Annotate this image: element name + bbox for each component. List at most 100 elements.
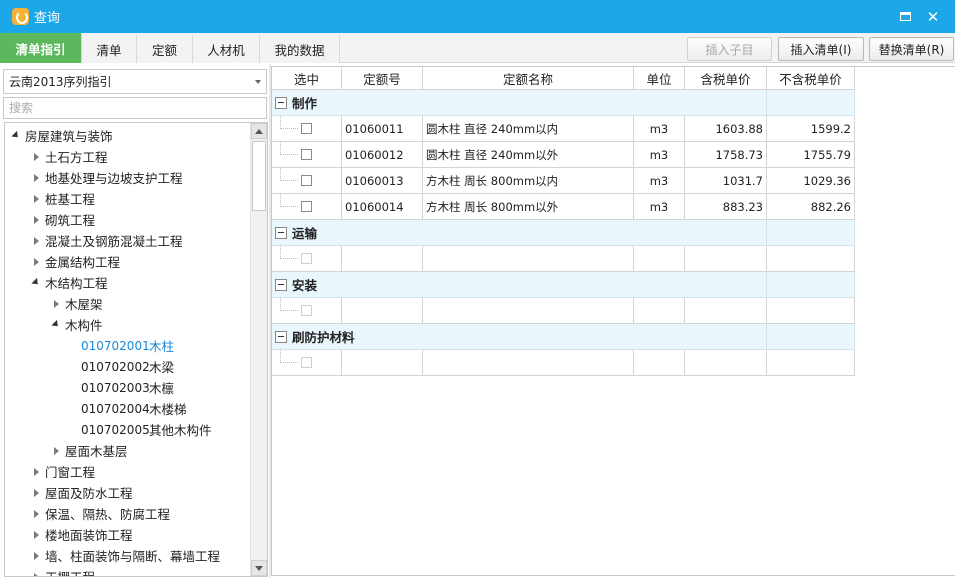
tree-item-label: 木楼梯 bbox=[149, 402, 187, 417]
guide-series-dropdown[interactable]: 云南2013序列指引 bbox=[3, 69, 267, 94]
scroll-up-icon[interactable] bbox=[251, 123, 267, 139]
tree-leaf-item[interactable]: 010702001 木柱 bbox=[81, 335, 174, 356]
group-tail-cell bbox=[767, 89, 855, 116]
tree-item[interactable]: 天棚工程 bbox=[29, 566, 95, 576]
table-row[interactable] bbox=[272, 298, 855, 324]
table-row[interactable]: 01060013 方木柱 周长 800mm以内 m3 1031.7 1029.36 bbox=[272, 168, 855, 194]
unit-cell: m3 bbox=[634, 194, 685, 219]
tree-leaf-item[interactable]: 010702005 其他木构件 bbox=[81, 419, 212, 440]
expanded-arrow-icon[interactable] bbox=[9, 125, 23, 146]
collapse-icon[interactable] bbox=[275, 96, 287, 109]
table-row[interactable] bbox=[272, 350, 855, 376]
tree-item[interactable]: 金属结构工程 bbox=[29, 251, 120, 272]
row-checkbox[interactable] bbox=[301, 149, 312, 160]
tree-item[interactable]: 木屋架 bbox=[49, 293, 103, 314]
tax-price-cell bbox=[685, 246, 767, 271]
quota-code-cell: 01060012 bbox=[342, 142, 423, 167]
tree-scrollbar[interactable] bbox=[250, 123, 267, 576]
select-cell bbox=[272, 142, 342, 167]
tree-item[interactable]: 楼地面装饰工程 bbox=[29, 524, 133, 545]
collapsed-arrow-icon[interactable] bbox=[29, 461, 43, 482]
collapsed-arrow-icon[interactable] bbox=[29, 503, 43, 524]
group-row[interactable]: 制作 bbox=[272, 89, 855, 116]
table-row[interactable]: 01060012 圆木柱 直径 240mm以外 m3 1758.73 1755.79 bbox=[272, 142, 855, 168]
group-row[interactable]: 刷防护材料 bbox=[272, 323, 855, 350]
tab-labor-material-machine[interactable]: 人材机 bbox=[193, 35, 260, 63]
tab-list[interactable]: 清单 bbox=[82, 35, 137, 63]
expanded-arrow-icon[interactable] bbox=[49, 314, 63, 335]
tree-item[interactable]: 地基处理与边坡支护工程 bbox=[29, 167, 183, 188]
collapse-icon[interactable] bbox=[275, 278, 287, 291]
tab-list-guide[interactable]: 清单指引 bbox=[0, 33, 82, 63]
dropdown-caret-icon bbox=[255, 80, 261, 84]
collapsed-arrow-icon[interactable] bbox=[29, 524, 43, 545]
header-notax-price[interactable]: 不含税单价 bbox=[767, 67, 855, 89]
search-input[interactable] bbox=[3, 97, 267, 119]
quota-code-cell bbox=[342, 298, 423, 323]
collapsed-arrow-icon[interactable] bbox=[49, 440, 63, 461]
collapsed-arrow-icon[interactable] bbox=[29, 188, 43, 209]
table-row[interactable]: 01060014 方木柱 周长 800mm以外 m3 883.23 882.26 bbox=[272, 194, 855, 220]
notax-price-cell: 882.26 bbox=[767, 194, 855, 219]
tree-item[interactable]: 屋面及防水工程 bbox=[29, 482, 133, 503]
tab-quota[interactable]: 定额 bbox=[137, 35, 193, 63]
row-checkbox[interactable] bbox=[301, 201, 312, 212]
collapsed-arrow-icon[interactable] bbox=[29, 230, 43, 251]
tree-item-label: 其他木构件 bbox=[149, 423, 212, 438]
row-checkbox[interactable] bbox=[301, 123, 312, 134]
row-checkbox[interactable] bbox=[301, 175, 312, 186]
group-row[interactable]: 运输 bbox=[272, 219, 855, 246]
collapsed-arrow-icon[interactable] bbox=[29, 251, 43, 272]
header-quota-code[interactable]: 定额号 bbox=[342, 67, 423, 89]
scroll-down-icon[interactable] bbox=[251, 560, 267, 576]
select-cell bbox=[272, 350, 342, 375]
tree-item[interactable]: 混凝土及钢筋混凝土工程 bbox=[29, 230, 183, 251]
collapsed-arrow-icon[interactable] bbox=[29, 566, 43, 576]
collapsed-arrow-icon[interactable] bbox=[29, 146, 43, 167]
collapse-icon[interactable] bbox=[275, 330, 287, 343]
tree-item[interactable]: 木结构工程 bbox=[29, 272, 108, 293]
row-checkbox[interactable] bbox=[301, 305, 312, 316]
notax-price-cell: 1599.2 bbox=[767, 116, 855, 141]
tree-item[interactable]: 屋面木基层 bbox=[49, 440, 128, 461]
row-checkbox[interactable] bbox=[301, 253, 312, 264]
quota-code-cell bbox=[342, 246, 423, 271]
tree-item[interactable]: 墙、柱面装饰与隔断、幕墙工程 bbox=[29, 545, 220, 566]
tree-leaf-item[interactable]: 010702004 木楼梯 bbox=[81, 398, 187, 419]
table-row[interactable]: 01060011 圆木柱 直径 240mm以内 m3 1603.88 1599.2 bbox=[272, 116, 855, 142]
tree-item[interactable]: 房屋建筑与装饰 bbox=[9, 125, 113, 146]
replace-list-button[interactable]: 替换清单(R) bbox=[869, 37, 954, 61]
row-checkbox[interactable] bbox=[301, 357, 312, 368]
tree-item[interactable]: 门窗工程 bbox=[29, 461, 95, 482]
scroll-thumb[interactable] bbox=[252, 141, 266, 211]
tree-item[interactable]: 砌筑工程 bbox=[29, 209, 95, 230]
collapsed-arrow-icon[interactable] bbox=[29, 167, 43, 188]
tree-item[interactable]: 木构件 bbox=[49, 314, 103, 335]
collapse-icon[interactable] bbox=[275, 226, 287, 239]
tree-leaf-item[interactable]: 010702002 木梁 bbox=[81, 356, 174, 377]
header-unit[interactable]: 单位 bbox=[634, 67, 685, 89]
collapsed-arrow-icon[interactable] bbox=[49, 293, 63, 314]
insert-list-button[interactable]: 插入清单(I) bbox=[778, 37, 864, 61]
maximize-button[interactable] bbox=[891, 5, 919, 29]
insert-child-button[interactable]: 插入子目 bbox=[687, 37, 772, 61]
close-button[interactable]: ✕ bbox=[919, 5, 947, 29]
group-header: 安装 bbox=[272, 271, 767, 298]
table-row[interactable] bbox=[272, 246, 855, 272]
collapsed-arrow-icon[interactable] bbox=[29, 209, 43, 230]
group-row[interactable]: 安装 bbox=[272, 271, 855, 298]
header-quota-name[interactable]: 定额名称 bbox=[423, 67, 634, 89]
tree-item-code: 010702004 bbox=[81, 401, 150, 416]
collapsed-arrow-icon[interactable] bbox=[29, 545, 43, 566]
tree-item-label: 砌筑工程 bbox=[45, 213, 96, 228]
header-select[interactable]: 选中 bbox=[272, 67, 342, 89]
tree-item[interactable]: 土石方工程 bbox=[29, 146, 108, 167]
header-tax-price[interactable]: 含税单价 bbox=[685, 67, 767, 89]
tree-leaf-item[interactable]: 010702003 木檩 bbox=[81, 377, 174, 398]
expanded-arrow-icon[interactable] bbox=[29, 272, 43, 293]
tree-item[interactable]: 保温、隔热、防腐工程 bbox=[29, 503, 170, 524]
collapsed-arrow-icon[interactable] bbox=[29, 482, 43, 503]
tree-item[interactable]: 桩基工程 bbox=[29, 188, 95, 209]
tab-my-data[interactable]: 我的数据 bbox=[260, 35, 340, 63]
group-header: 制作 bbox=[272, 89, 767, 116]
